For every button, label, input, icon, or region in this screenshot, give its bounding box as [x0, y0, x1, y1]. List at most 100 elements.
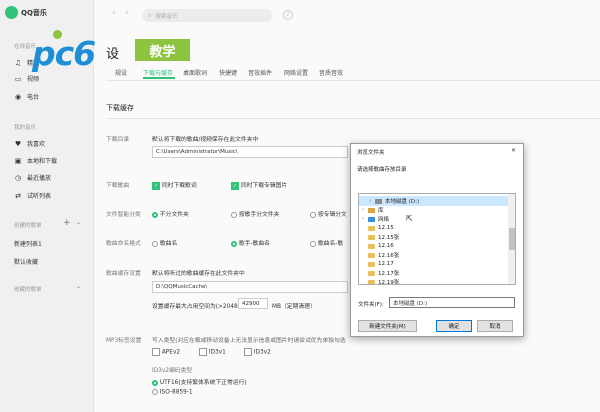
folder-icon	[368, 279, 375, 284]
unchecked-icon	[199, 348, 207, 356]
voice-search-icon[interactable]: ♪	[283, 10, 293, 20]
tab-general[interactable]: 规设	[115, 68, 127, 77]
cache-settings-label: 歌曲缓存设置	[106, 271, 141, 277]
mouse-cursor-icon: ⇱	[406, 214, 413, 223]
cancel-button[interactable]: 取消	[477, 320, 513, 332]
tab-shortcuts[interactable]: 快捷键	[219, 68, 237, 77]
collected-chevron-icon[interactable]: ⌄	[76, 283, 81, 290]
naming-opt-song-radio[interactable]: 歌曲名	[152, 238, 177, 247]
id3-iso-radio[interactable]: ISO-8859-1	[152, 389, 193, 396]
smart-category-label: 文件智能分类	[106, 212, 141, 218]
heart-icon: ♥	[14, 139, 22, 148]
folder-tree-item-label: 12.16张	[378, 253, 400, 259]
unchecked-icon	[244, 348, 252, 356]
folder-tree-item-label: 网络	[378, 217, 390, 223]
mp3-id3v2-checkbox[interactable]: ID3v2	[244, 348, 271, 356]
download-songs-label: 下载歌曲	[106, 183, 130, 189]
folder-icon	[368, 234, 375, 240]
mp3-tag-label: MP3标签设置	[106, 338, 142, 344]
tree-scrollbar-thumb[interactable]	[509, 228, 515, 250]
sidebar-item-trial-list[interactable]: ⇄ 试听列表	[14, 191, 51, 201]
close-icon[interactable]: ✕	[511, 147, 516, 154]
folder-tree-item-label: 12.17	[378, 261, 394, 267]
folder-tree-item-label: 本地磁盘 (D:)	[385, 199, 420, 205]
sidebar-item-default-favorites[interactable]: 默认收藏	[14, 257, 38, 266]
sidebar-item-favorites[interactable]: ♥ 我喜欢	[14, 139, 45, 149]
section-divider	[106, 118, 600, 119]
id3v2-encoding-label: ID3v2编码类型	[152, 368, 193, 374]
sidebar-item-playlist-1[interactable]: 新建列表1	[14, 239, 42, 248]
add-playlist-icon[interactable]: +	[63, 218, 71, 228]
search-input[interactable]: 搜索音乐	[155, 12, 177, 20]
browse-folder-dialog: 浏览文件夹 ✕ 请选择歌曲存放目录 › 本地磁盘 (D:) › 库 › 网络 12.15 12…	[350, 143, 524, 337]
sidebar-item-radio[interactable]: ◉ 电台	[14, 92, 39, 102]
folder-icon	[368, 261, 375, 267]
tabs-divider	[106, 80, 600, 81]
page-title: 设	[106, 47, 120, 62]
folder-name-input[interactable]: 本地磁盘 (D:)	[389, 297, 515, 308]
search-box[interactable]: ⌕ 搜索音乐	[142, 9, 272, 22]
my-music-section-label: 我的音乐	[14, 125, 37, 131]
folder-tree-list: › 本地磁盘 (D:) › 库 › 网络 12.15 12.15张 12.16 12.16张 12.…	[359, 194, 515, 285]
cache-dir-field[interactable]: D:\QQMusicCache\	[152, 281, 348, 293]
dialog-title: 浏览文件夹	[357, 150, 385, 156]
id3-utf16-radio[interactable]: UTF16(支持繁体系统下正常运行)	[152, 377, 247, 386]
naming-format-label: 歌曲命名格式	[106, 241, 141, 247]
music-note-icon: ♫	[14, 58, 22, 67]
new-folder-button[interactable]: 新建文件夹(M)	[358, 320, 417, 332]
folder-field-label: 文件夹(F):	[358, 302, 384, 308]
search-icon: ⌕	[148, 11, 152, 19]
folder-tree-item[interactable]: 12.19张	[359, 277, 508, 285]
drive-icon	[375, 198, 382, 204]
radio-icon	[310, 211, 316, 218]
radio-icon	[310, 240, 316, 247]
radio-selected-icon	[152, 379, 158, 386]
cache-desc: 默认将听过的歌曲缓存在此文件夹中	[152, 271, 245, 277]
smart-opt-none-radio[interactable]: 不分文件夹	[152, 209, 189, 218]
folder-icon	[368, 270, 375, 276]
tab-desktop-lyrics[interactable]: 桌面歌词	[183, 68, 207, 77]
section-title: 下载缓存	[106, 104, 134, 112]
folder-tree-item-label: 12.19张	[378, 280, 400, 285]
smart-opt-album-radio[interactable]: 按专辑分文	[310, 209, 347, 218]
radio-icon	[152, 389, 158, 395]
radio-icon	[231, 211, 237, 218]
tab-audio-plugins[interactable]: 音效插件	[248, 68, 272, 77]
active-tab-indicator	[143, 77, 175, 79]
naming-opt-artist-song-radio[interactable]: 歌手-歌曲名	[231, 238, 270, 247]
app-title: QQ音乐	[21, 9, 47, 17]
library-icon	[368, 207, 375, 213]
created-playlists-label: 创建的歌单	[14, 223, 42, 229]
mp3-apev2-checkbox[interactable]: APEv2	[152, 348, 180, 356]
pc6-watermark-logo: pc6	[32, 34, 96, 73]
download-cover-checkbox[interactable]: ✓ 同时下载专辑图片	[231, 180, 287, 190]
back-button[interactable]: ‹	[112, 8, 116, 18]
shuffle-icon: ⇄	[15, 191, 21, 200]
mp3-tag-desc: 写入类型(对应在载或移动设备上无法显示信息或图片时请尝试优先单独勾选	[152, 338, 346, 344]
ok-button[interactable]: 确定	[436, 320, 472, 332]
tab-download-cache[interactable]: 下载与缓存	[143, 68, 173, 77]
smart-opt-artist-radio[interactable]: 按歌手分文件夹	[231, 209, 279, 218]
collapse-chevron-icon[interactable]: ⌄	[76, 219, 81, 226]
sidebar-item-local-downloads[interactable]: ▣ 本地和下载	[14, 156, 57, 166]
cache-max-input[interactable]: 42900	[238, 298, 268, 309]
download-dir-field[interactable]: C:\Users\Administrator\Music\	[152, 146, 348, 158]
download-dir-label: 下载目录	[106, 137, 130, 143]
naming-opt-song-artist-radio[interactable]: 歌曲名-歌	[310, 238, 343, 247]
folder-tree[interactable]: › 本地磁盘 (D:) › 库 › 网络 12.15 12.15张 12.16 12.16张 12.…	[358, 193, 516, 285]
forward-button[interactable]: ›	[125, 8, 129, 18]
computer-icon: ▣	[14, 156, 22, 165]
network-icon	[368, 216, 375, 222]
tab-network[interactable]: 网络设置	[284, 68, 308, 77]
video-icon: ▭	[14, 74, 22, 83]
folder-icon	[368, 225, 375, 231]
mp3-id3v1-checkbox[interactable]: ID3v1	[199, 348, 226, 356]
folder-icon	[368, 243, 375, 249]
tab-audio-quality[interactable]: 音质音效	[319, 68, 343, 77]
sidebar-item-video[interactable]: ▭ 视频	[14, 74, 39, 84]
tree-scrollbar[interactable]	[508, 194, 515, 284]
radio-icon	[152, 240, 158, 247]
sidebar-item-recent[interactable]: ◷ 最近播放	[14, 173, 51, 183]
download-lyrics-checkbox[interactable]: ✓ 同时下载歌词	[152, 180, 197, 190]
watermark-badge: 教学	[135, 39, 190, 61]
